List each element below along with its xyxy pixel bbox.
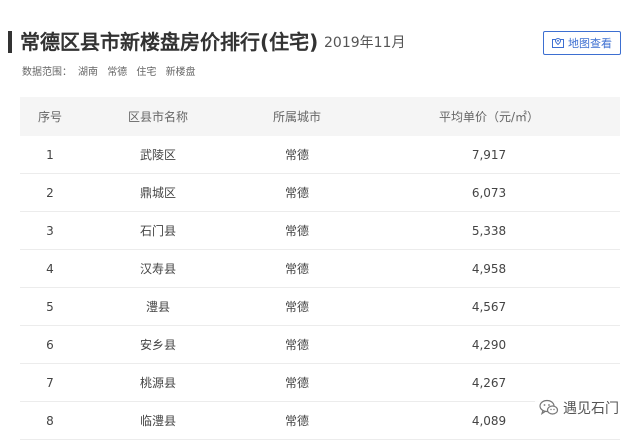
table-row: 1 武陵区 常德 7,917	[20, 136, 620, 174]
cell-city: 常德	[284, 376, 309, 390]
cell-rank: 7	[46, 375, 54, 390]
table-row: 7 桃源县 常德 4,267	[20, 364, 620, 402]
wechat-icon	[539, 399, 559, 417]
data-scope: 数据范围： 湖南 常德 住宅 新楼盘	[22, 66, 196, 80]
cell-district-name: 桃源县	[139, 376, 176, 390]
cell-district-name: 石门县	[139, 224, 176, 238]
cell-rank: 6	[46, 337, 54, 352]
table-row: 8 临澧县 常德 4,089	[20, 402, 620, 440]
report-date: 2019年11月	[324, 35, 406, 51]
cell-city: 常德	[284, 338, 309, 352]
title-accent-bar	[8, 31, 12, 53]
price-ranking-table: 序号 区县市名称 所属城市 平均单价（元/㎡） 1 武陵区 常德 7,917 2…	[20, 97, 620, 440]
cell-rank: 8	[46, 413, 54, 428]
cell-avg-price: 7,917	[471, 147, 507, 162]
cell-district-name: 安乡县	[139, 338, 176, 352]
scope-tag-category: 新楼盘	[165, 67, 196, 78]
scope-tag-province: 湖南	[78, 67, 98, 78]
cell-city: 常德	[284, 262, 309, 276]
cell-avg-price: 4,267	[471, 375, 507, 390]
cell-city: 常德	[284, 300, 309, 314]
map-pin-icon	[552, 37, 564, 49]
cell-city: 常德	[284, 414, 309, 428]
cell-avg-price: 6,073	[471, 185, 507, 200]
table-row: 5 澧县 常德 4,567	[20, 288, 620, 326]
cell-district-name: 澧县	[145, 300, 170, 314]
header-district-name: 区县市名称	[127, 110, 188, 124]
watermark-text: 遇见石门	[563, 401, 619, 417]
cell-rank: 3	[46, 223, 54, 238]
map-view-button[interactable]: 地图查看	[543, 31, 621, 55]
cell-avg-price: 4,958	[471, 261, 507, 276]
cell-avg-price: 4,567	[471, 299, 507, 314]
scope-tag-city: 常德	[107, 67, 128, 78]
header-city: 所属城市	[272, 110, 321, 124]
cell-avg-price: 5,338	[471, 223, 507, 238]
cell-rank: 2	[46, 185, 54, 200]
page-title: 常德区县市新楼盘房价排行(住宅)	[20, 30, 319, 54]
header-rank: 序号	[37, 110, 62, 124]
table-row: 2 鼎城区 常德 6,073	[20, 174, 620, 212]
cell-rank: 5	[46, 299, 54, 314]
cell-city: 常德	[284, 148, 309, 162]
map-view-label: 地图查看	[568, 37, 612, 50]
watermark: 遇见石门	[535, 398, 623, 418]
table-row: 6 安乡县 常德 4,290	[20, 326, 620, 364]
cell-rank: 4	[46, 261, 54, 276]
cell-avg-price: 4,290	[471, 337, 507, 352]
table-row: 3 石门县 常德 5,338	[20, 212, 620, 250]
cell-district-name: 鼎城区	[139, 186, 176, 200]
data-scope-label: 数据范围：	[22, 67, 72, 78]
cell-city: 常德	[284, 224, 309, 238]
cell-district-name: 武陵区	[139, 148, 176, 162]
cell-district-name: 汉寿县	[139, 262, 176, 276]
table-row: 4 汉寿县 常德 4,958	[20, 250, 620, 288]
cell-district-name: 临澧县	[139, 414, 176, 428]
table-header: 序号 区县市名称 所属城市 平均单价（元/㎡）	[20, 97, 620, 136]
header-avg-price: 平均单价（元/㎡）	[438, 110, 540, 124]
cell-city: 常德	[284, 186, 309, 200]
cell-rank: 1	[46, 147, 54, 162]
scope-tag-type: 住宅	[136, 67, 157, 78]
